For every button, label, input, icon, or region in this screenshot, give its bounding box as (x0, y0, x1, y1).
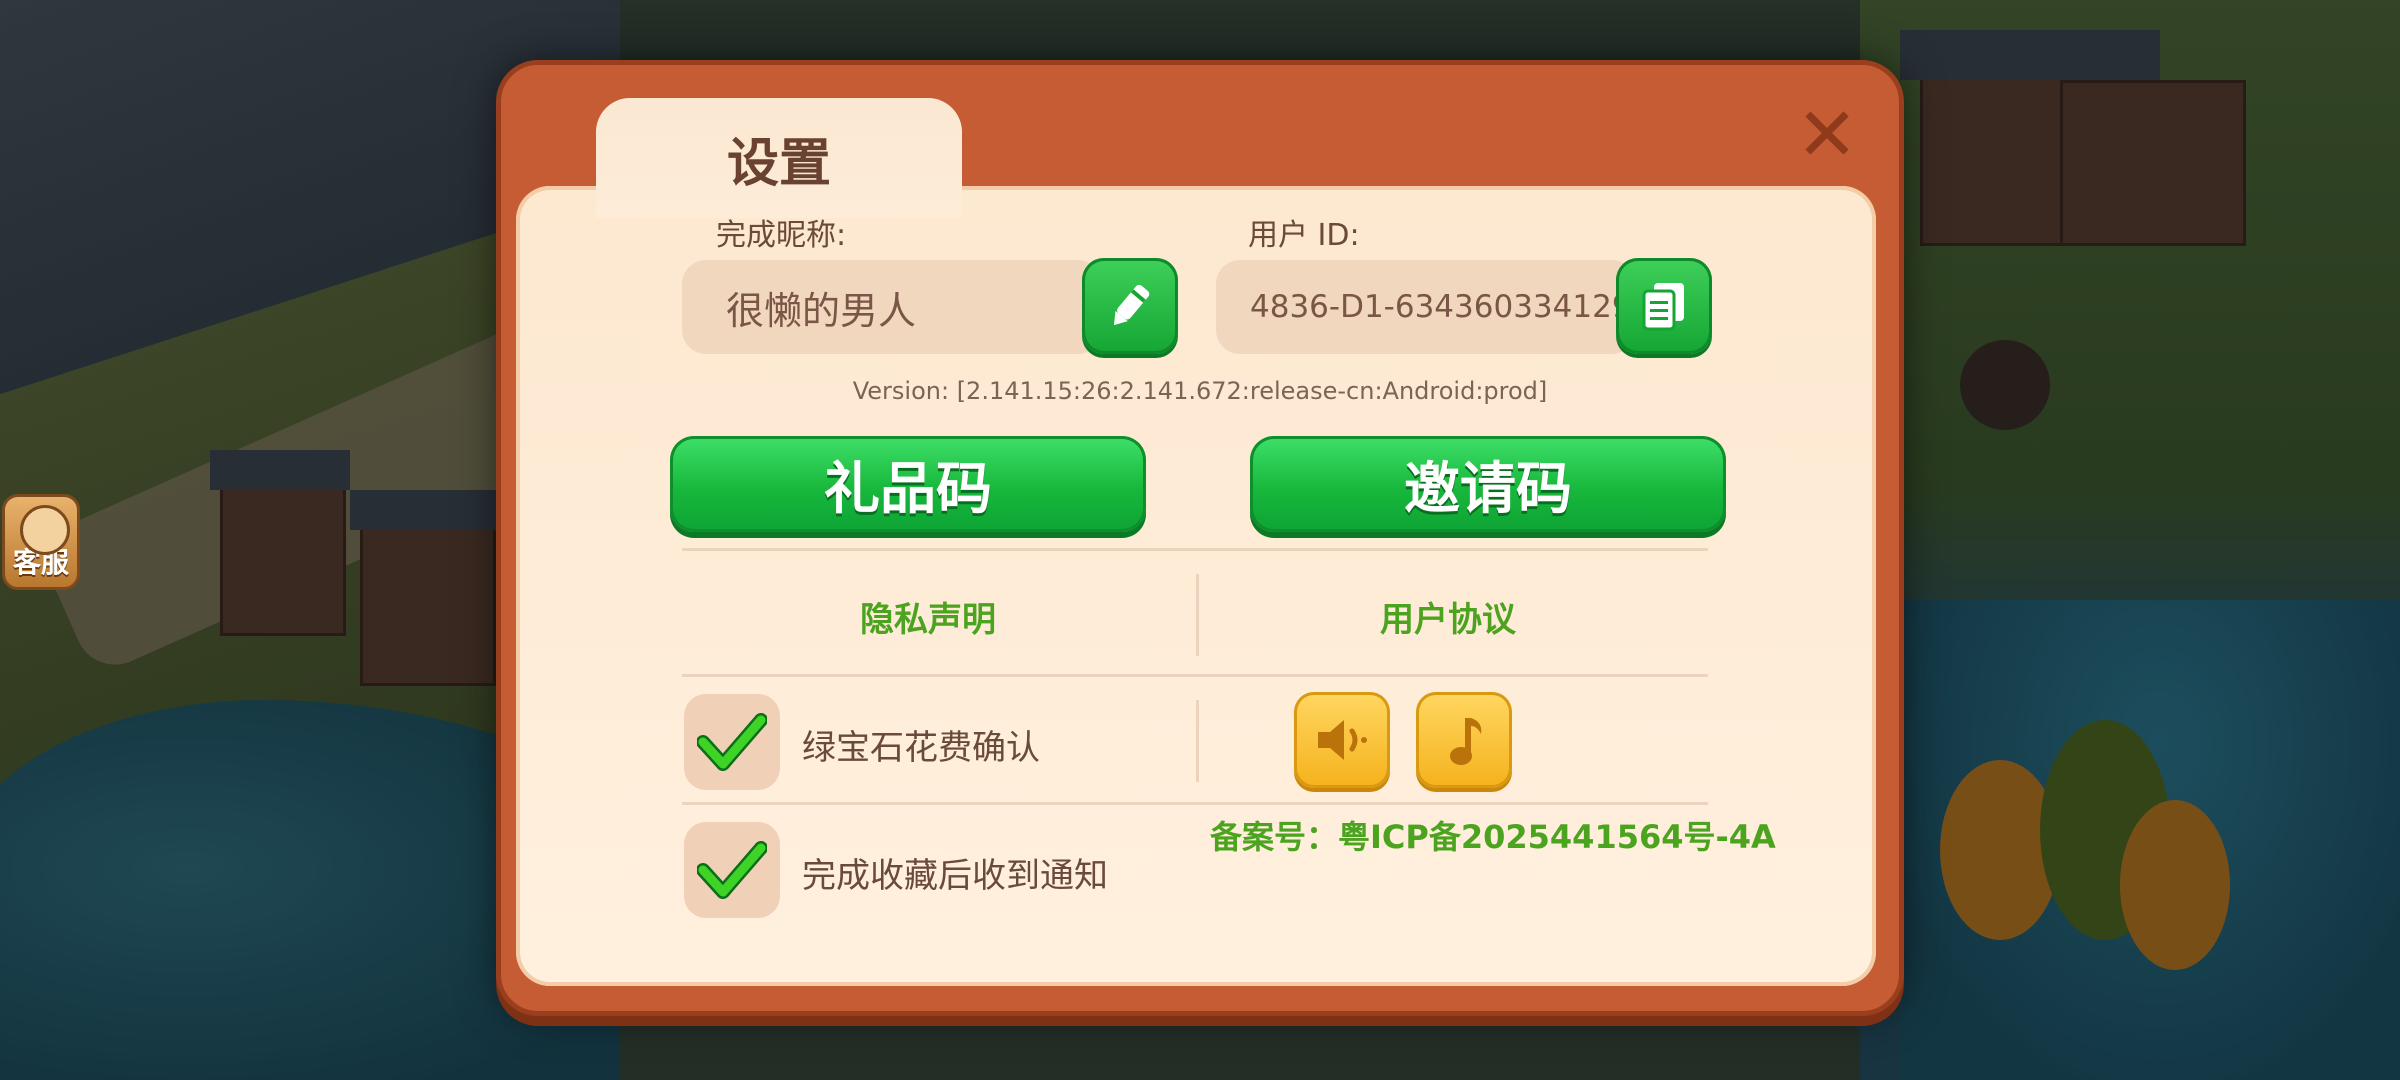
user-agreement-link[interactable]: 用户协议 (1258, 592, 1638, 641)
music-note-icon (1450, 718, 1482, 765)
divider (682, 674, 1708, 677)
customer-service-button[interactable]: 客服 (2, 494, 80, 590)
notify-checkbox[interactable] (684, 822, 780, 918)
gift-code-label: 礼品码 (824, 456, 992, 522)
user-id-value: 4836-D1-634360334129 (1250, 289, 1632, 325)
user-id-label: 用户 ID: (1248, 218, 1360, 253)
title-tab: 设置 (596, 98, 962, 218)
copy-icon (1642, 283, 1684, 331)
emerald-confirm-label: 绿宝石花费确认 (802, 728, 1040, 768)
sound-icon (1318, 720, 1367, 760)
sound-toggle-button[interactable] (1294, 692, 1390, 788)
icp-registration-text: 备案号：粤ICP备2025441564号-4A (1210, 818, 1776, 856)
divider (1196, 700, 1199, 782)
gift-code-button[interactable]: 礼品码 (670, 436, 1146, 532)
divider (682, 802, 1708, 805)
close-icon: ✕ (1796, 92, 1859, 178)
user-id-field: 4836-D1-634360334129 (1216, 260, 1636, 354)
nickname-label: 完成昵称: (716, 218, 847, 253)
emerald-confirm-checkbox[interactable] (684, 694, 780, 790)
close-button[interactable]: ✕ (1796, 98, 1858, 172)
copy-id-button[interactable] (1616, 258, 1712, 354)
version-text: Version: [2.141.15:26:2.141.672:release-… (852, 377, 1548, 405)
notify-label: 完成收藏后收到通知 (802, 856, 1108, 896)
checkmark-icon (697, 841, 767, 899)
divider (1196, 574, 1199, 656)
nickname-value: 很懒的男人 (726, 288, 917, 333)
pencil-icon (1113, 284, 1150, 326)
nickname-field[interactable]: 很懒的男人 (682, 260, 1102, 354)
music-toggle-button[interactable] (1416, 692, 1512, 788)
dialog-title: 设置 (726, 133, 831, 194)
edit-nickname-button[interactable] (1082, 258, 1178, 354)
divider (682, 548, 1708, 551)
checkmark-icon (697, 713, 767, 771)
service-avatar-icon (20, 505, 70, 555)
invite-code-button[interactable]: 邀请码 (1250, 436, 1726, 532)
privacy-link[interactable]: 隐私声明 (738, 592, 1118, 641)
invite-code-label: 邀请码 (1404, 456, 1572, 522)
